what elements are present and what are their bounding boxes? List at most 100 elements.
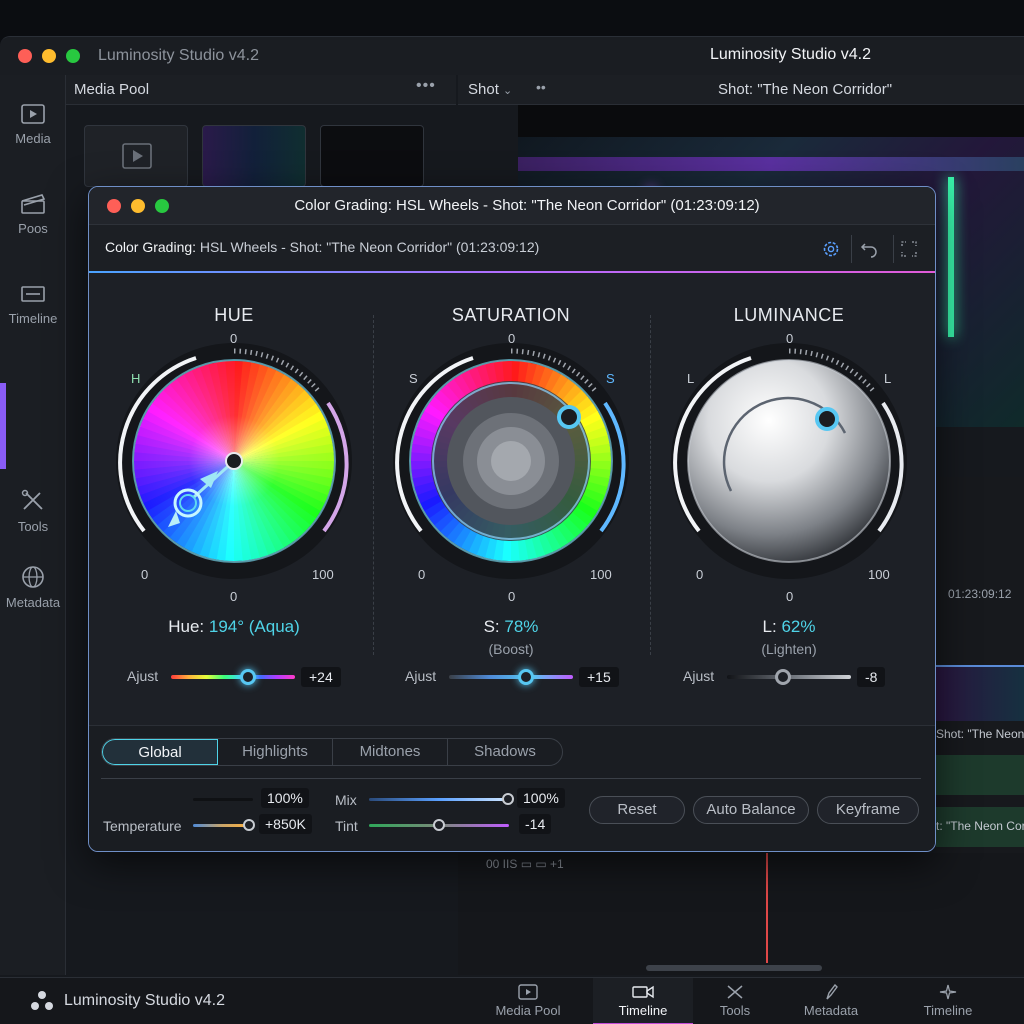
shot-dropdown-label: Shot <box>468 81 499 98</box>
page-tab-timeline[interactable]: Timeline <box>593 978 693 1024</box>
sidebar-item-label: Poos <box>18 221 48 236</box>
page-tab-label: Metadata <box>803 1003 859 1018</box>
hsl-wheels-area: HUE 0 H 0 100 0 Hue: 194° (Aqua) Ajust +… <box>89 275 935 725</box>
viewer-header: Shot ⌄ •• Shot: "The Neon Corridor" <box>458 75 1024 105</box>
mix-value[interactable]: 100% <box>517 788 565 808</box>
media-thumbnail-black[interactable] <box>320 125 424 187</box>
reset-button[interactable]: Reset <box>589 796 685 824</box>
luminance-adjust-value[interactable]: -8 <box>857 667 886 687</box>
hue-adjust-label: Ajust <box>127 668 159 684</box>
saturation-adjust-knob[interactable] <box>518 669 534 685</box>
color-grading-dialog: Color Grading: HSL Wheels - Shot: "The N… <box>88 186 936 852</box>
sidebar-item-media[interactable]: Media <box>0 103 66 146</box>
saturation-value-number: 78% <box>504 617 539 636</box>
minimize-window-button[interactable] <box>42 49 56 63</box>
chevron-down-icon: ⌄ <box>503 85 513 97</box>
luminance-bottom-label: 0 <box>786 589 794 604</box>
tint-label: Tint <box>335 818 358 834</box>
viewer-menu-button[interactable]: •• <box>536 79 546 95</box>
timeline-video-clip[interactable] <box>936 665 1024 721</box>
auto-balance-button[interactable]: Auto Balance <box>693 796 809 824</box>
shot-dropdown[interactable]: Shot ⌄ <box>468 81 512 98</box>
mix-knob[interactable] <box>502 793 514 805</box>
tools-icon <box>21 489 43 510</box>
hue-value-number: 194° (Aqua) <box>208 617 300 636</box>
clapper-icon <box>21 194 46 214</box>
timeline-track-controls[interactable]: 00 IIS ▭ ▭ +1 <box>486 857 564 871</box>
play-icon <box>122 143 152 169</box>
app-logo-icon <box>31 991 53 1010</box>
media-pool-menu-button[interactable]: ••• <box>416 77 436 95</box>
undo-icon <box>860 243 877 258</box>
luminance-value-number: 62% <box>781 617 816 636</box>
sidebar-item-timeline[interactable]: Timeline <box>0 283 66 326</box>
dialog-subtitle-rest: HSL Wheels - Shot: "The Neon Corridor" (… <box>196 239 540 255</box>
gear-icon <box>823 241 839 257</box>
tab-highlights[interactable]: Highlights <box>218 739 333 765</box>
tab-midtones[interactable]: Midtones <box>333 739 448 765</box>
hue-adjust-knob[interactable] <box>240 669 256 685</box>
temperature-value[interactable]: +850K <box>259 814 312 834</box>
saturation-adjust-label: Ajust <box>405 668 437 684</box>
dialog-title: Color Grading: HSL Wheels - Shot: "The N… <box>294 197 760 214</box>
tools-icon <box>727 985 743 999</box>
page-tab-timeline-2[interactable]: Timeline <box>898 978 998 1024</box>
page-tab-label: Tools <box>719 1003 751 1018</box>
keyframe-button[interactable]: Keyframe <box>817 796 919 824</box>
bottom-page-bar: Luminosity Studio v4.2 Media Pool Timeli… <box>0 977 1024 1024</box>
timeline-tracks <box>458 853 1024 975</box>
luminance-adjust-knob[interactable] <box>775 669 791 685</box>
hue-title: HUE <box>214 305 254 325</box>
tint-knob[interactable] <box>433 819 445 831</box>
page-tab-tools[interactable]: Tools <box>685 978 785 1024</box>
zoom-window-button[interactable] <box>66 49 80 63</box>
timeline-icon <box>21 286 45 302</box>
page-tab-metadata[interactable]: Metadata <box>781 978 881 1024</box>
globe-icon <box>22 566 44 588</box>
toolbar-separator <box>893 235 894 263</box>
tonal-range-tabs: Global Highlights Midtones Shadows <box>101 738 563 766</box>
hue-adjust-slider[interactable] <box>171 675 295 679</box>
hue-wheel[interactable] <box>114 341 354 581</box>
mix-label: Mix <box>335 792 357 808</box>
pen-icon <box>826 984 838 1000</box>
media-thumbnail-folder[interactable] <box>84 125 188 187</box>
dialog-subtitle: Color Grading: HSL Wheels - Shot: "The N… <box>105 239 539 255</box>
tab-shadows[interactable]: Shadows <box>448 739 562 765</box>
dialog-subheader: Color Grading: HSL Wheels - Shot: "The N… <box>89 225 935 273</box>
luminance-wheel[interactable] <box>669 341 909 581</box>
temperature-knob[interactable] <box>243 819 255 831</box>
fit-button[interactable] <box>895 235 923 263</box>
sidebar-item-label: Timeline <box>8 311 58 326</box>
toolbar-separator <box>851 235 852 263</box>
mix-slider[interactable] <box>369 798 509 801</box>
saturation-wheel[interactable] <box>391 341 631 581</box>
page-tab-media-pool[interactable]: Media Pool <box>478 978 578 1024</box>
app-titlebar: Luminosity Studio v4.2 Luminosity Studio… <box>0 37 1024 75</box>
unlabeled-slider[interactable] <box>193 798 253 801</box>
luminance-adjust-label: Ajust <box>683 668 715 684</box>
timeline-audio-clip[interactable] <box>936 755 1024 795</box>
hue-adjust-value[interactable]: +24 <box>301 667 341 687</box>
saturation-adjust-value[interactable]: +15 <box>579 667 619 687</box>
timeline-clip-label-2: t: "The Neon Cor <box>936 819 1024 833</box>
undo-button[interactable] <box>855 235 883 263</box>
tint-value[interactable]: -14 <box>519 814 552 834</box>
frame-icon <box>901 241 917 257</box>
dialog-bottom-controls: Global Highlights Midtones Shadows 100% … <box>89 725 935 851</box>
close-window-button[interactable] <box>18 49 32 63</box>
saturation-adjust-slider[interactable] <box>449 675 573 679</box>
bottom-brand: Luminosity Studio v4.2 <box>64 992 225 1009</box>
tab-global[interactable]: Global <box>102 739 218 765</box>
timeline-scrollbar[interactable] <box>646 965 822 971</box>
column-divider <box>373 315 374 655</box>
settings-button[interactable] <box>817 235 845 263</box>
unlabeled-slider-value[interactable]: 100% <box>261 788 309 808</box>
media-thumbnail-corridor[interactable] <box>202 125 306 187</box>
timeline-clip-label: Shot: "The Neon C <box>936 727 1024 741</box>
timeline-playhead[interactable] <box>766 853 768 963</box>
sidebar-item-metadata[interactable]: Metadata <box>0 565 66 610</box>
luminance-mode: (Lighten) <box>761 641 817 657</box>
sidebar-item-tools[interactable]: Tools <box>0 489 66 534</box>
sidebar-item-poos[interactable]: Poos <box>0 193 66 236</box>
